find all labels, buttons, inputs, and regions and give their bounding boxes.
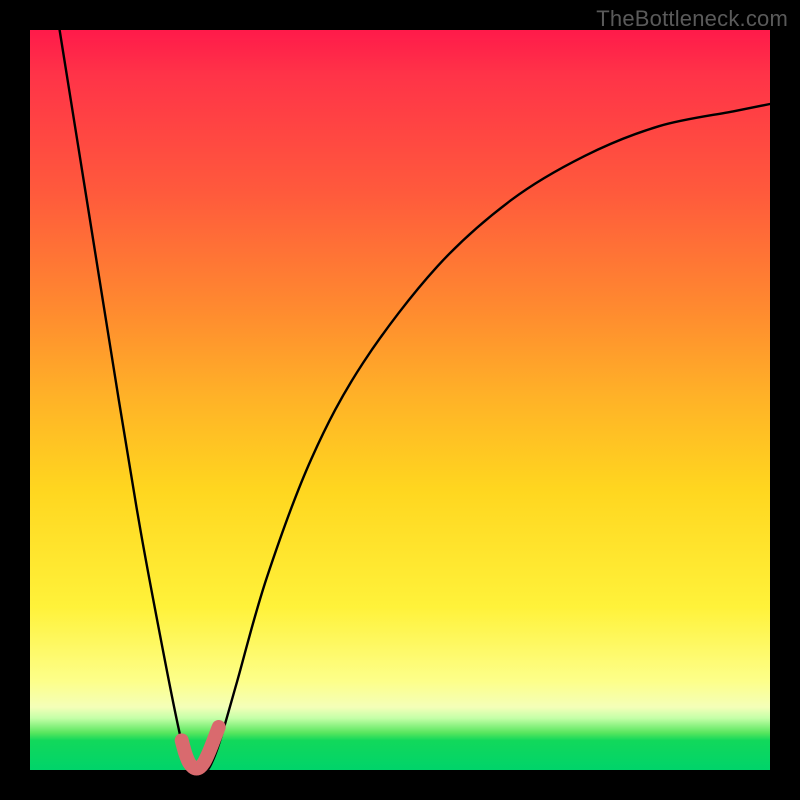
chart-svg: [30, 30, 770, 770]
watermark-text: TheBottleneck.com: [596, 6, 788, 32]
plot-area: [30, 30, 770, 770]
bottleneck-curve: [60, 30, 770, 771]
chart-frame: TheBottleneck.com: [0, 0, 800, 800]
